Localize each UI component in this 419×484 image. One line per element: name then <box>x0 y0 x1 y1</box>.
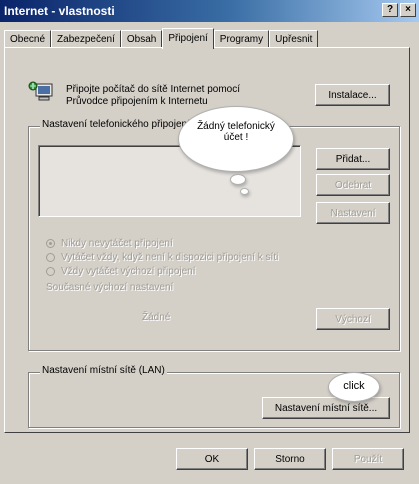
apply-button[interactable]: Použít <box>332 448 404 470</box>
tab-strip: Obecné Zabezpečení Obsah Připojení Progr… <box>4 28 319 49</box>
title-buttons: ? × <box>382 3 416 17</box>
title-bar: Internet - vlastnosti ? × <box>0 0 419 22</box>
callout-line-1: Žádný telefonický <box>197 121 275 132</box>
click-callout: click <box>328 372 380 402</box>
lan-group-label: Nastavení místní sítě (LAN) <box>40 365 167 376</box>
current-default-value: Žádné <box>142 312 171 323</box>
cancel-button[interactable]: Storno <box>254 448 326 470</box>
settings-button[interactable]: Nastavení <box>316 202 390 224</box>
radio-when-none-dot <box>46 253 55 262</box>
set-default-button[interactable]: Výchozí <box>316 308 390 330</box>
window-title: Internet - vlastnosti <box>4 4 115 18</box>
add-button[interactable]: Přidat... <box>316 148 390 170</box>
radio-always-dot <box>46 267 55 276</box>
tab-advanced[interactable]: Upřesnit <box>269 30 319 48</box>
tab-connections[interactable]: Připojení <box>162 28 214 49</box>
remove-button[interactable]: Odebrat <box>316 174 390 196</box>
radio-never-dot <box>46 239 55 248</box>
lan-settings-button[interactable]: Nastavení místní sítě... <box>262 397 390 419</box>
dialup-group-label: Nastavení telefonického připojení <box>40 119 192 130</box>
radio-never-label: Nikdy nevytáčet připojení <box>61 238 173 249</box>
tab-security[interactable]: Zabezpečení <box>51 30 121 48</box>
setup-text-line-2: Průvodce připojením k Internetu <box>66 96 208 107</box>
radio-never-dial[interactable]: Nikdy nevytáčet připojení <box>46 238 173 249</box>
tab-general[interactable]: Obecné <box>4 30 52 48</box>
help-button[interactable]: ? <box>382 3 398 17</box>
radio-when-none-label: Vytáčet vždy, když není k dispozici přip… <box>61 252 279 263</box>
callout-line-2: účet ! <box>223 132 249 143</box>
tab-programs[interactable]: Programy <box>213 30 270 48</box>
setup-text-line-1: Připojte počítač do sítě Internet pomocí <box>66 84 240 95</box>
radio-always-label: Vždy vytáčet výchozí připojení <box>61 266 196 277</box>
radio-always-dial[interactable]: Vždy vytáčet výchozí připojení <box>46 266 196 277</box>
connection-wizard-icon <box>28 81 56 103</box>
click-label: click <box>343 380 365 392</box>
tab-content[interactable]: Obsah <box>120 30 163 48</box>
ok-button[interactable]: OK <box>176 448 248 470</box>
radio-dial-when-no-network[interactable]: Vytáčet vždy, když není k dispozici přip… <box>46 252 278 263</box>
callout-tail-2 <box>240 188 249 195</box>
callout-tail-1 <box>230 174 246 185</box>
close-button[interactable]: × <box>400 3 416 17</box>
no-account-callout: Žádný telefonický účet ! <box>178 106 294 172</box>
setup-button[interactable]: Instalace... <box>315 84 390 106</box>
current-default-label: Současné výchozí nastavení <box>46 282 174 293</box>
